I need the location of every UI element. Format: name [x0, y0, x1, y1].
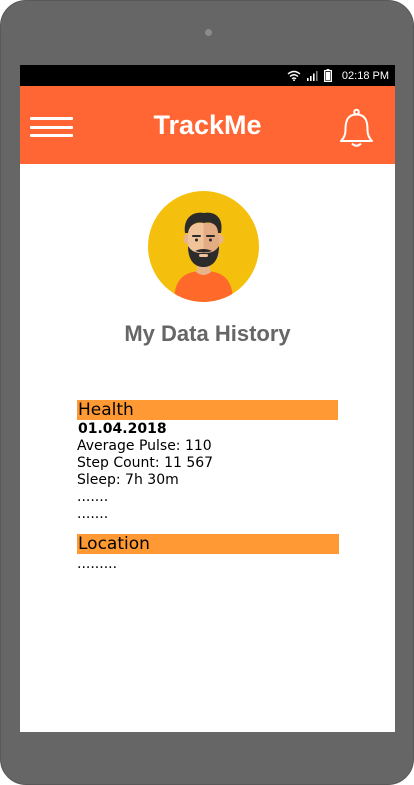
- health-date: 01.04.2018: [78, 421, 167, 437]
- signal-icon: [306, 71, 318, 81]
- health-section-header: Health: [77, 400, 338, 420]
- device-frame: 02:18 PM TrackMe My Data History Health …: [0, 0, 414, 785]
- bell-icon[interactable]: [338, 108, 375, 148]
- average-pulse: Average Pulse: 110: [77, 438, 212, 454]
- sleep: Sleep: 7h 30m: [77, 472, 179, 488]
- phone-screen: 02:18 PM TrackMe My Data History Health …: [20, 65, 395, 732]
- wifi-icon: [287, 70, 301, 81]
- camera-dot: [205, 29, 212, 36]
- status-time: 02:18 PM: [341, 69, 389, 82]
- location-placeholder: .........: [77, 556, 118, 572]
- page-title: My Data History: [124, 321, 291, 346]
- health-section: 01.04.2018 Average Pulse: 110 Step Count…: [77, 421, 213, 523]
- location-section-header: Location: [77, 534, 339, 554]
- user-avatar-icon: [148, 191, 259, 302]
- status-bar: 02:18 PM: [20, 65, 395, 86]
- step-count: Step Count: 11 567: [77, 455, 214, 471]
- health-placeholder-1: .......: [77, 489, 109, 505]
- app-bar: TrackMe: [20, 86, 395, 164]
- battery-icon: [323, 69, 332, 82]
- health-placeholder-2: .......: [77, 506, 109, 522]
